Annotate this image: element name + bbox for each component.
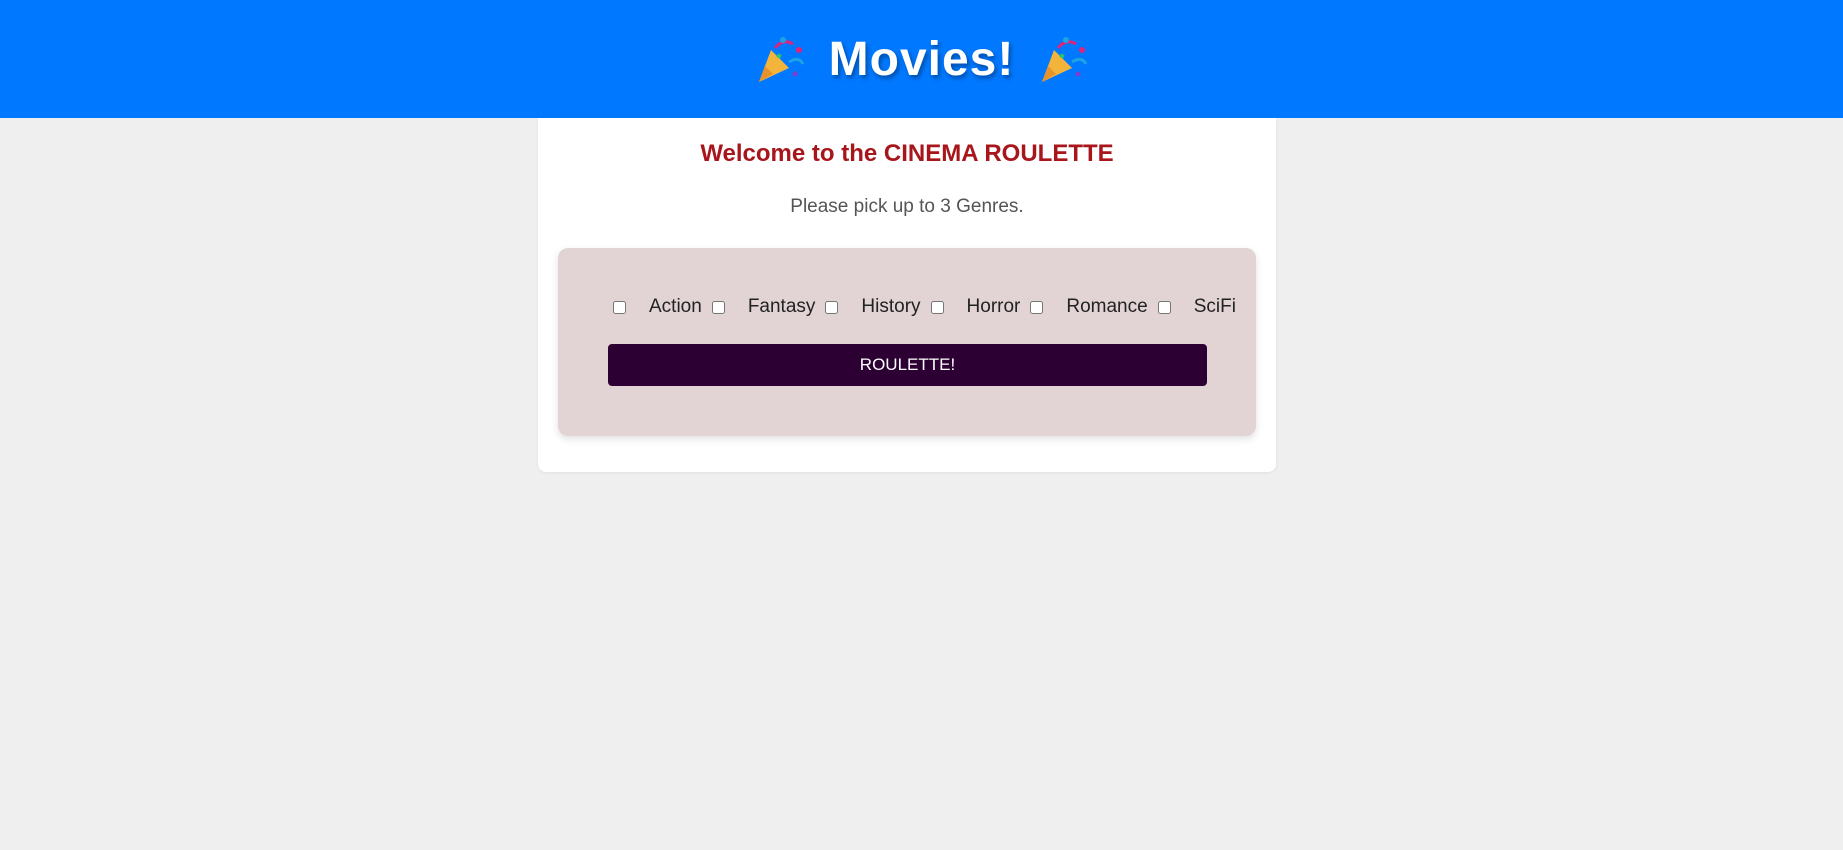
welcome-heading: Welcome to the CINEMA ROULETTE xyxy=(700,140,1114,167)
genre-checkbox-scifi[interactable] xyxy=(1157,300,1171,314)
genre-label-scifi: SciFi xyxy=(1193,296,1236,317)
genre-label-fantasy: Fantasy xyxy=(747,296,816,317)
genre-selection-panel: Action Fantasy History Horror Romance Sc… xyxy=(558,248,1256,436)
genre-label-history: History xyxy=(861,296,921,317)
genre-option-horror[interactable]: Horror xyxy=(926,296,1026,318)
party-popper-icon xyxy=(1042,37,1088,82)
genre-option-romance[interactable]: Romance xyxy=(1025,296,1152,318)
genre-option-scifi[interactable]: SciFi xyxy=(1153,296,1241,318)
instructions-text: Please pick up to 3 Genres. xyxy=(790,196,1024,217)
genre-option-fantasy[interactable]: Fantasy xyxy=(707,296,821,318)
party-popper-icon xyxy=(758,37,804,82)
genre-label-horror: Horror xyxy=(966,296,1021,317)
genre-checkbox-history[interactable] xyxy=(825,300,839,314)
genre-option-history[interactable]: History xyxy=(820,296,925,318)
genre-label-action: Action xyxy=(649,296,702,317)
genre-checkbox-horror[interactable] xyxy=(930,300,944,314)
genre-checkbox-action[interactable] xyxy=(613,300,626,314)
genre-checkbox-romance[interactable] xyxy=(1030,300,1044,314)
app-header: Movies! xyxy=(0,0,1843,118)
roulette-card: Welcome to the CINEMA ROULETTE Please pi… xyxy=(538,118,1276,472)
genre-checkbox-fantasy[interactable] xyxy=(711,300,725,314)
roulette-button[interactable]: ROULETTE! xyxy=(608,344,1207,386)
page-title: Movies! xyxy=(828,32,1015,86)
genre-label-romance: Romance xyxy=(1066,296,1148,317)
genre-checkbox-list: Action Fantasy History Horror Romance Sc… xyxy=(608,295,1236,319)
genre-option-action[interactable]: Action xyxy=(608,296,707,318)
